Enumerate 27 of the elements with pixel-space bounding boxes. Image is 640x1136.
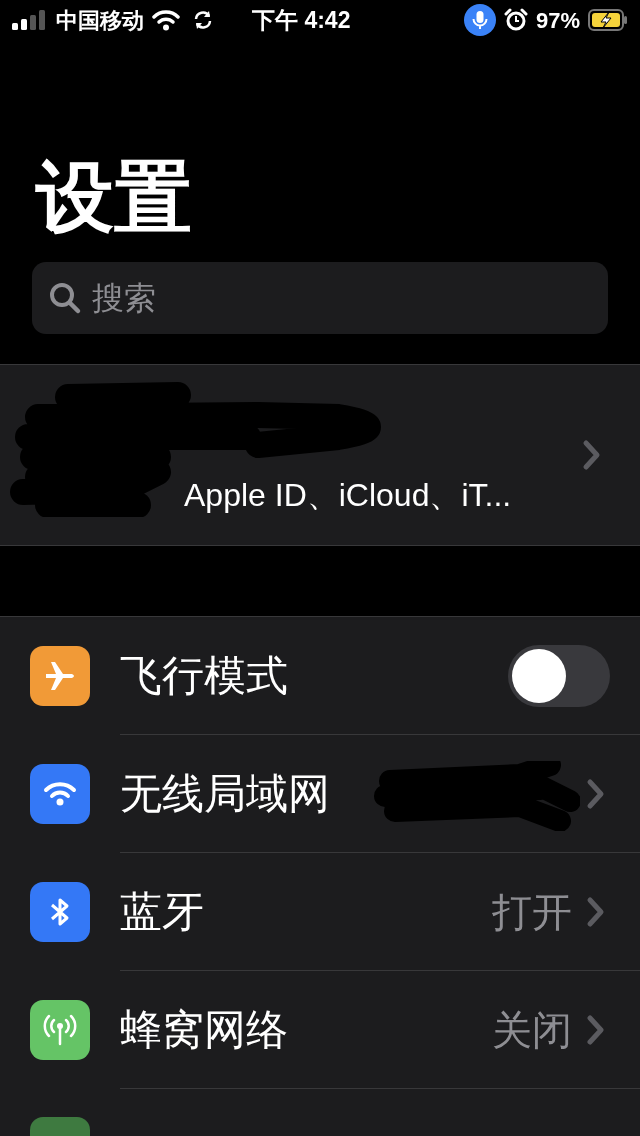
setting-label: 蓝牙 [120,887,204,937]
carrier-name: 中国移动 [56,6,144,35]
search-field[interactable]: 搜索 [32,262,608,334]
profile-row[interactable]: Apple ID、iCloud、iT... [0,364,640,546]
battery-percent: 97% [535,6,580,35]
page-title: 设置 [36,158,193,236]
settings-row[interactable]: 飞行模式 [0,617,640,735]
settings-row[interactable]: 蜂窝网络 关闭 [0,971,640,1089]
wifi-icon [152,9,180,31]
chevron-icon [582,439,602,471]
microphone-icon [463,4,496,36]
signal-icon [12,10,48,30]
profile-subtitle: Apple ID、iCloud、iT... [184,476,512,515]
setting-label: 蜂窝网络 [120,1005,288,1055]
chevron-icon [586,777,606,810]
settings-row[interactable]: 蓝牙 打开 [0,853,640,971]
sync-icon [192,9,214,31]
clock-time: 下午 4:42 [252,5,352,35]
chevron-icon [586,895,606,928]
chevron-icon [586,1013,606,1046]
alarm-icon [503,8,528,32]
setting-value: 关闭 [492,1006,572,1054]
settings-row[interactable]: 无线局域网 [0,735,640,853]
search-icon [48,281,82,315]
setting-value: 打开 [492,888,572,936]
setting-label: 无线局域网 [120,769,330,819]
setting-label: 飞行模式 [120,651,288,701]
